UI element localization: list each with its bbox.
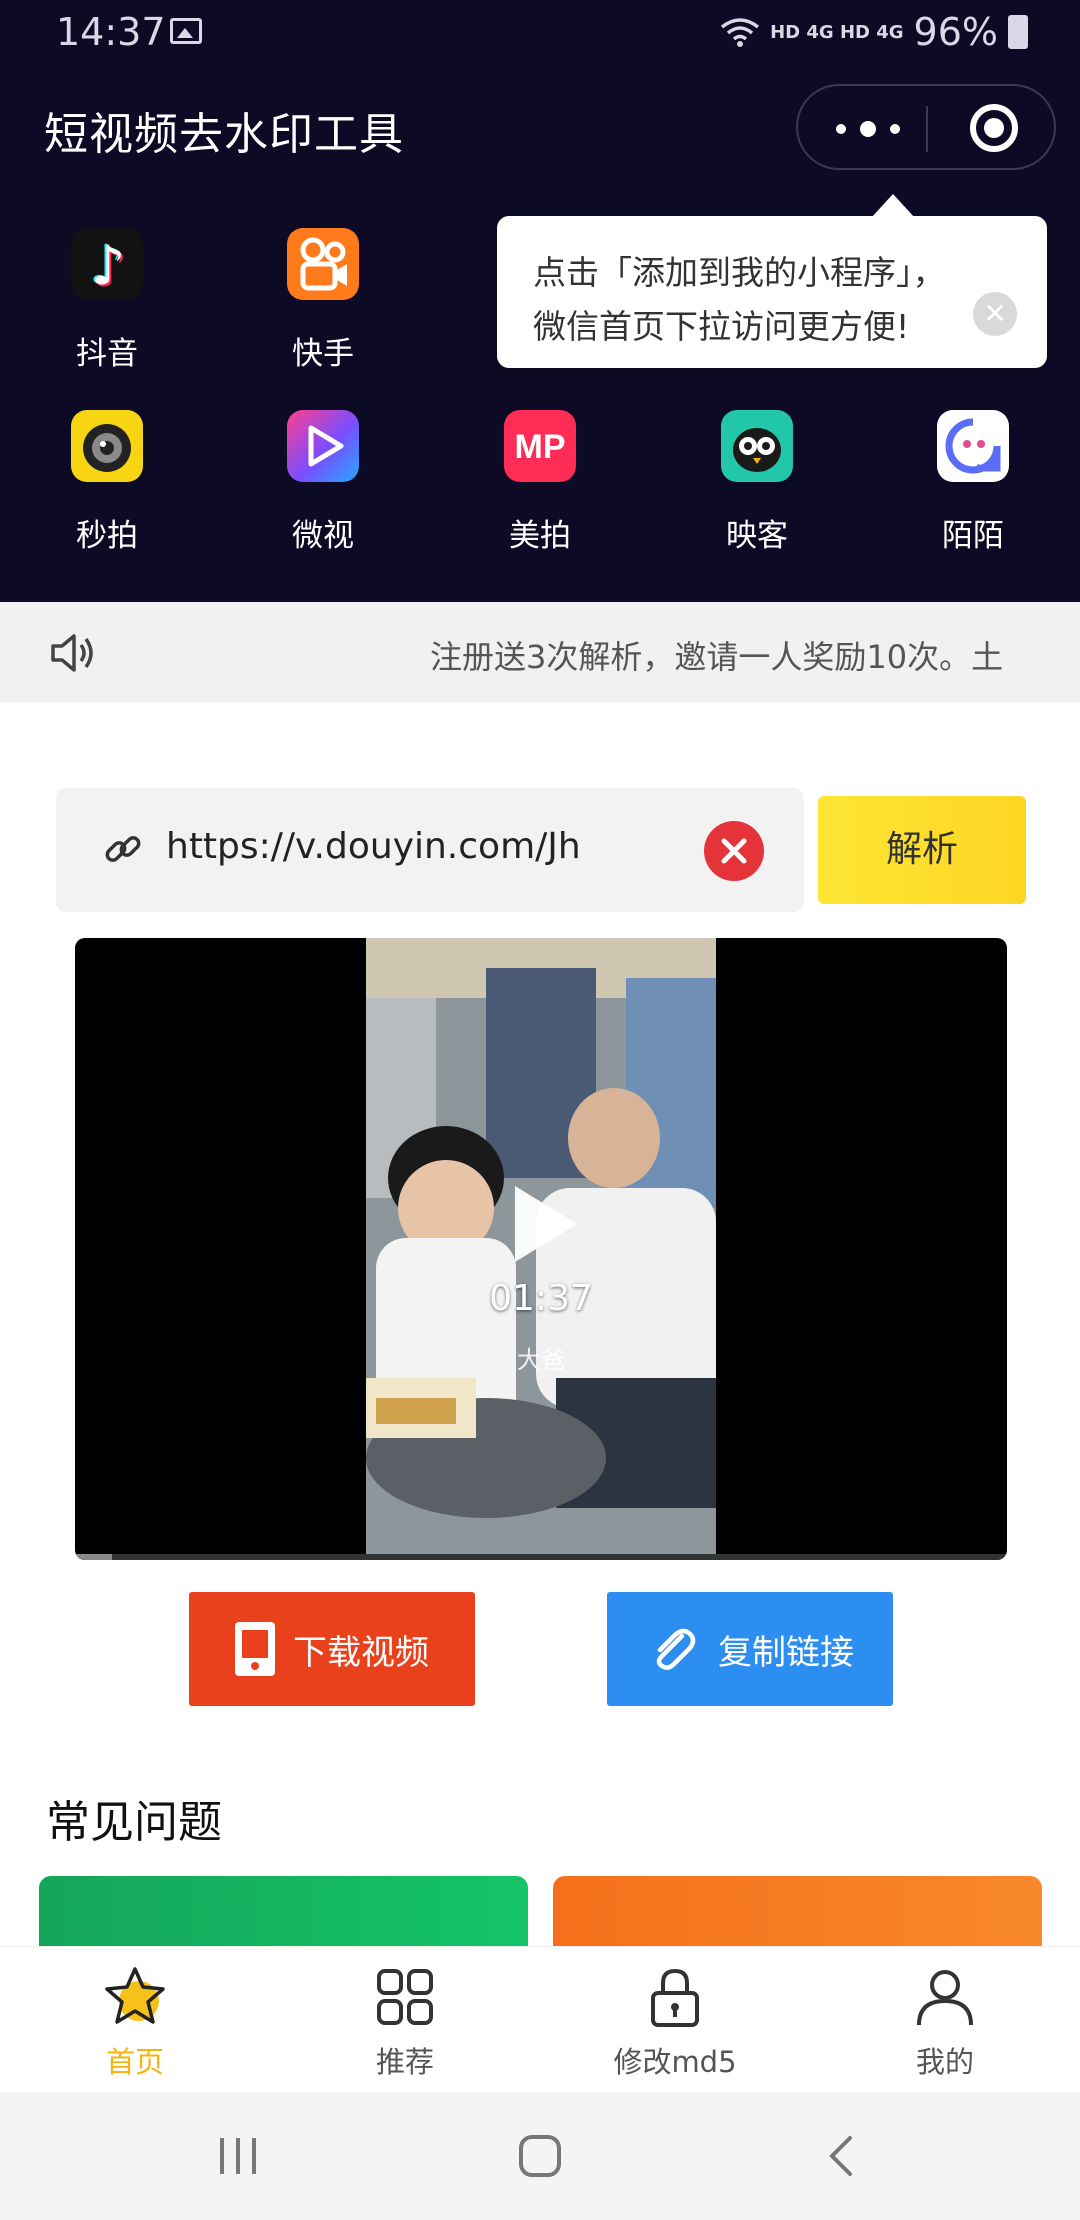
platform-yingke[interactable]: 映客 — [667, 410, 847, 555]
video-duration: 01:37 — [489, 1278, 593, 1319]
douyin-icon: ♪ ♪ ♪ — [71, 228, 143, 300]
video-caption: 大爸 — [517, 1346, 565, 1374]
network-indicator: HD 4G HD 4G — [770, 21, 904, 43]
wifi-icon — [721, 18, 760, 47]
notice-bar: 注册送3次解析，邀请一人奖励10次。土 — [0, 602, 1080, 702]
home-button-icon[interactable] — [518, 2134, 562, 2178]
clear-icon[interactable] — [704, 821, 764, 881]
status-indicators: HD 4G HD 4G 96% — [720, 10, 1028, 54]
platform-weishi[interactable]: 微视 — [233, 410, 413, 555]
tab-mine[interactable]: 我的 — [810, 1947, 1080, 2093]
play-icon[interactable] — [515, 1186, 577, 1262]
copy-link-label: 复制链接 — [718, 1632, 854, 1673]
platform-momo[interactable]: 陌陌 — [883, 410, 1063, 555]
platform-miaopai[interactable]: 秒拍 — [17, 410, 197, 555]
copy-link-button[interactable]: 复制链接 — [607, 1592, 893, 1706]
faq-card-orange[interactable] — [553, 1876, 1042, 1946]
tab-label: 首页 — [105, 2045, 164, 2079]
weishi-icon — [287, 410, 359, 482]
tab-modify-md5[interactable]: 修改md5 — [540, 1947, 810, 2093]
tab-home[interactable]: 首页 — [0, 1947, 270, 2093]
image-notification-icon — [170, 18, 202, 44]
parse-button[interactable]: 解析 — [818, 796, 1026, 904]
faq-title: 常见问题 — [46, 1797, 222, 1848]
bottom-tab-bar: 首页 推荐 修改md5 我的 — [0, 1946, 1080, 2092]
yingke-icon — [721, 410, 793, 482]
status-time: 14:37 — [56, 10, 166, 54]
platform-label: 快手 — [292, 336, 354, 372]
link-icon — [105, 836, 141, 862]
more-dots-icon[interactable] — [836, 112, 900, 146]
url-input[interactable]: https://v.douyin.com/Jh — [56, 788, 804, 912]
platform-label: 陌陌 — [942, 518, 1004, 554]
url-input-value: https://v.douyin.com/Jh — [166, 826, 581, 867]
platform-kuaishou[interactable]: 快手 — [233, 228, 413, 373]
close-icon[interactable]: ✕ — [973, 292, 1017, 336]
meipai-icon: MP — [504, 410, 576, 482]
phone-download-icon — [235, 1622, 275, 1676]
battery-icon — [1008, 15, 1028, 49]
platform-label: 美拍 — [509, 518, 571, 554]
status-bar: 14:37 HD 4G HD 4G 96% — [0, 0, 1080, 66]
paperclip-icon — [656, 1628, 696, 1670]
capsule-divider — [926, 106, 928, 152]
person-icon — [917, 1970, 973, 2026]
mini-program-capsule — [796, 84, 1056, 170]
video-progress-bar[interactable] — [75, 1554, 1007, 1560]
speaker-icon — [51, 634, 93, 672]
notice-text: 注册送3次解析，邀请一人奖励10次。土 — [430, 638, 1004, 676]
tab-label: 修改md5 — [613, 2045, 737, 2079]
system-navigation-bar — [0, 2092, 1080, 2220]
video-progress-fill — [75, 1554, 113, 1560]
star-icon — [105, 1967, 165, 2024]
platform-label: 映客 — [726, 518, 788, 554]
platform-label: 抖音 — [76, 336, 138, 372]
momo-icon — [937, 410, 1009, 482]
tab-recommend[interactable]: 推荐 — [270, 1947, 540, 2093]
lock-icon — [651, 1968, 699, 2027]
download-video-label: 下载视频 — [293, 1632, 429, 1673]
faq-card-green[interactable] — [39, 1876, 528, 1946]
battery-percent: 96% — [913, 10, 998, 54]
add-to-my-miniprogram-tooltip: 点击「添加到我的小程序」， 微信首页下拉访问更方便! ✕ — [497, 194, 1047, 368]
app-header: 14:37 HD 4G HD 4G 96% 短视频去水印工具 ♪♪♪ 抖音 — [0, 0, 1080, 602]
back-icon[interactable] — [826, 2136, 856, 2176]
platform-label: 微视 — [292, 518, 354, 554]
tab-label: 我的 — [915, 2045, 974, 2079]
grid-icon — [377, 1969, 433, 2025]
tooltip-text-line2: 微信首页下拉访问更方便! — [533, 307, 910, 346]
download-video-button[interactable]: 下载视频 — [189, 1592, 475, 1706]
recent-apps-icon[interactable] — [216, 2136, 260, 2176]
platform-label: 秒拍 — [76, 518, 138, 554]
target-circle-icon[interactable] — [970, 104, 1018, 152]
tooltip-text-line1: 点击「添加到我的小程序」， — [533, 253, 946, 292]
tab-label: 推荐 — [375, 2045, 434, 2079]
platform-meipai[interactable]: MP 美拍 — [450, 410, 630, 555]
miaopai-icon — [71, 410, 143, 482]
platform-douyin[interactable]: ♪ ♪ ♪ 抖音 — [17, 228, 197, 373]
video-player[interactable]: 01:37 大爸 — [75, 938, 1007, 1560]
kuaishou-icon — [287, 228, 359, 300]
svg-text:MP: MP — [515, 428, 566, 466]
page-title: 短视频去水印工具 — [44, 109, 404, 160]
